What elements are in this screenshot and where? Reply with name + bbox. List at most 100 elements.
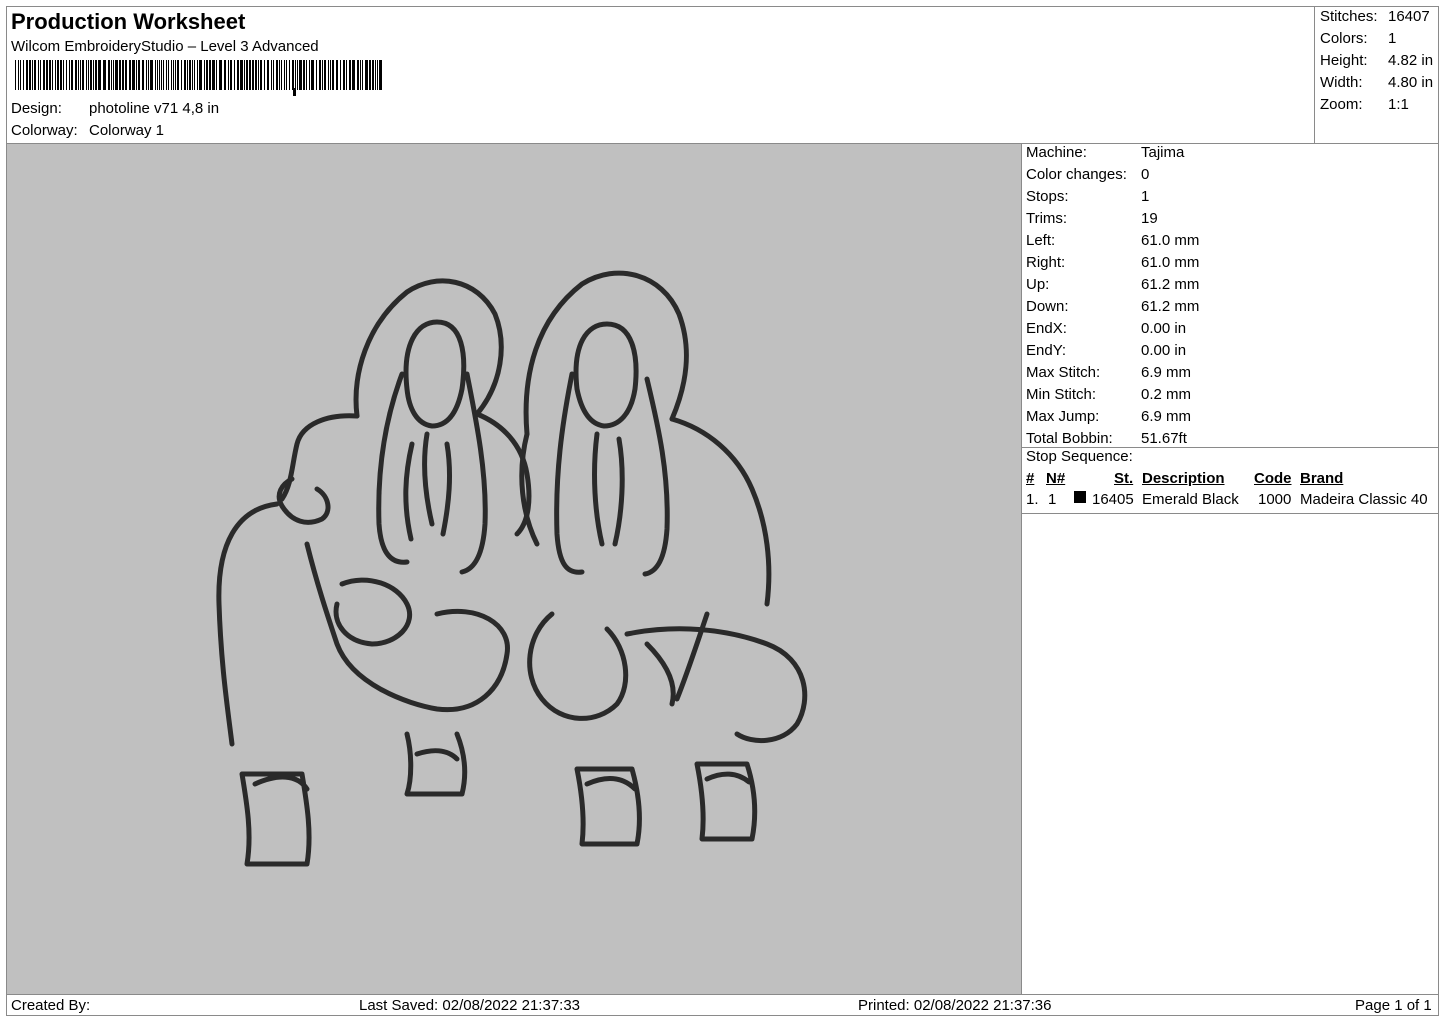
barcode-bar	[136, 60, 137, 90]
info-value: 61.0 mm	[1141, 254, 1200, 271]
barcode-bar	[224, 60, 226, 90]
barcode-bar	[142, 60, 144, 90]
barcode-bar	[244, 60, 245, 90]
barcode-bar	[32, 60, 33, 90]
info-label: Max Stitch:	[1026, 364, 1101, 381]
stitches-label: Stitches:	[1320, 8, 1378, 25]
info-label: Max Jump:	[1026, 408, 1100, 425]
barcode-bar	[295, 60, 296, 90]
info-value: 0.00 in	[1141, 342, 1187, 359]
summary-height: Height: 4.82 in	[1320, 52, 1433, 69]
barcode-bar	[132, 60, 135, 90]
barcode-bar	[297, 60, 298, 90]
info-value: 61.2 mm	[1141, 276, 1200, 293]
info-machine: Machine: Tajima	[1026, 144, 1184, 161]
barcode-bar	[206, 60, 208, 90]
info-total-bobbin: Total Bobbin: 51.67ft	[1026, 430, 1187, 447]
colorway-value: Colorway 1	[89, 122, 165, 139]
row-stitches: 16405	[1092, 491, 1134, 508]
info-label: Total Bobbin:	[1026, 430, 1113, 447]
stitches-value: 16407	[1388, 8, 1430, 25]
barcode-bar	[122, 60, 124, 90]
info-max-jump: Max Jump: 6.9 mm	[1026, 408, 1191, 425]
summary-colors: Colors: 1	[1320, 30, 1396, 47]
barcode-bar	[230, 60, 232, 90]
barcode-bar	[138, 60, 140, 90]
barcode-bar	[173, 60, 174, 90]
barcode-bar	[60, 60, 62, 90]
barcode-bar	[43, 60, 45, 90]
barcode-bar	[184, 60, 186, 90]
barcode-bar	[29, 60, 31, 90]
barcode-bar	[340, 60, 341, 90]
barcode-bar	[26, 60, 28, 90]
row-needle: 1	[1048, 491, 1057, 508]
barcode-bar	[299, 60, 302, 90]
page-number: Page 1 of 1	[1355, 997, 1432, 1014]
embroidery-line-art	[216, 270, 808, 867]
barcode-bar	[103, 60, 106, 90]
barcode-bar	[289, 60, 290, 90]
info-value: 0.2 mm	[1141, 386, 1192, 403]
colorway-label: Colorway:	[11, 122, 78, 139]
barcode-bar	[82, 60, 84, 90]
barcode-bar	[204, 60, 205, 90]
summary-stitches: Stitches: 16407	[1320, 8, 1430, 25]
col-header-needle: N#	[1046, 470, 1066, 487]
barcode-bar	[377, 60, 378, 90]
barcode-bar	[46, 60, 48, 90]
barcode-mark	[293, 88, 296, 96]
barcode-bar	[264, 60, 265, 90]
barcode-bar	[343, 60, 345, 90]
width-value: 4.80 in	[1388, 74, 1434, 91]
info-endx: EndX: 0.00 in	[1026, 320, 1186, 337]
info-label: Stops:	[1026, 188, 1069, 205]
summary-zoom: Zoom: 1:1	[1320, 96, 1409, 113]
barcode-bar	[228, 60, 229, 90]
barcode-bar	[279, 60, 280, 90]
info-down: Down: 61.2 mm	[1026, 298, 1199, 315]
color-swatch	[1074, 491, 1086, 503]
barcode-bar	[246, 60, 248, 90]
barcode-bar	[192, 60, 193, 90]
barcode-bar	[34, 60, 36, 90]
col-header-index: #	[1026, 470, 1035, 487]
barcode-bar	[252, 60, 254, 90]
row-index: 1.	[1026, 491, 1039, 508]
barcode-bar	[330, 60, 331, 90]
info-label: EndY:	[1026, 342, 1067, 359]
right-hair	[554, 371, 670, 577]
info-value: 19	[1141, 210, 1158, 227]
barcode-bar	[372, 60, 374, 90]
barcode-bar	[234, 60, 235, 90]
barcode-bar	[38, 60, 39, 90]
barcode-bar	[375, 60, 376, 90]
barcode-bar	[52, 60, 53, 90]
info-value: 61.0 mm	[1141, 232, 1200, 249]
divider	[1022, 513, 1439, 514]
barcode-bar	[209, 60, 211, 90]
design-row: Design: photoline v71 4,8 in	[11, 100, 219, 117]
barcode-bar	[260, 60, 262, 90]
barcode-bar	[98, 60, 101, 90]
barcode-bar	[161, 60, 162, 90]
barcode-bar	[309, 60, 310, 90]
barcode-bar	[273, 60, 274, 90]
info-value: 1	[1141, 188, 1150, 205]
info-label: Down:	[1026, 298, 1069, 315]
left-knee	[333, 577, 412, 647]
colors-label: Colors:	[1320, 30, 1368, 47]
design-label: Design:	[11, 100, 62, 117]
barcode-bar	[346, 60, 347, 90]
left-leg	[216, 501, 510, 747]
barcode-bar	[71, 60, 73, 90]
info-label: EndX:	[1026, 320, 1067, 337]
info-value: 0	[1141, 166, 1150, 183]
barcode-bar	[197, 60, 198, 90]
zoom-label: Zoom:	[1320, 96, 1363, 113]
barcode-bar	[189, 60, 191, 90]
design-value: photoline v71 4,8 in	[89, 100, 220, 117]
barcode-bar	[23, 60, 24, 90]
barcode-bar	[157, 60, 158, 90]
barcode-bar	[292, 60, 294, 90]
